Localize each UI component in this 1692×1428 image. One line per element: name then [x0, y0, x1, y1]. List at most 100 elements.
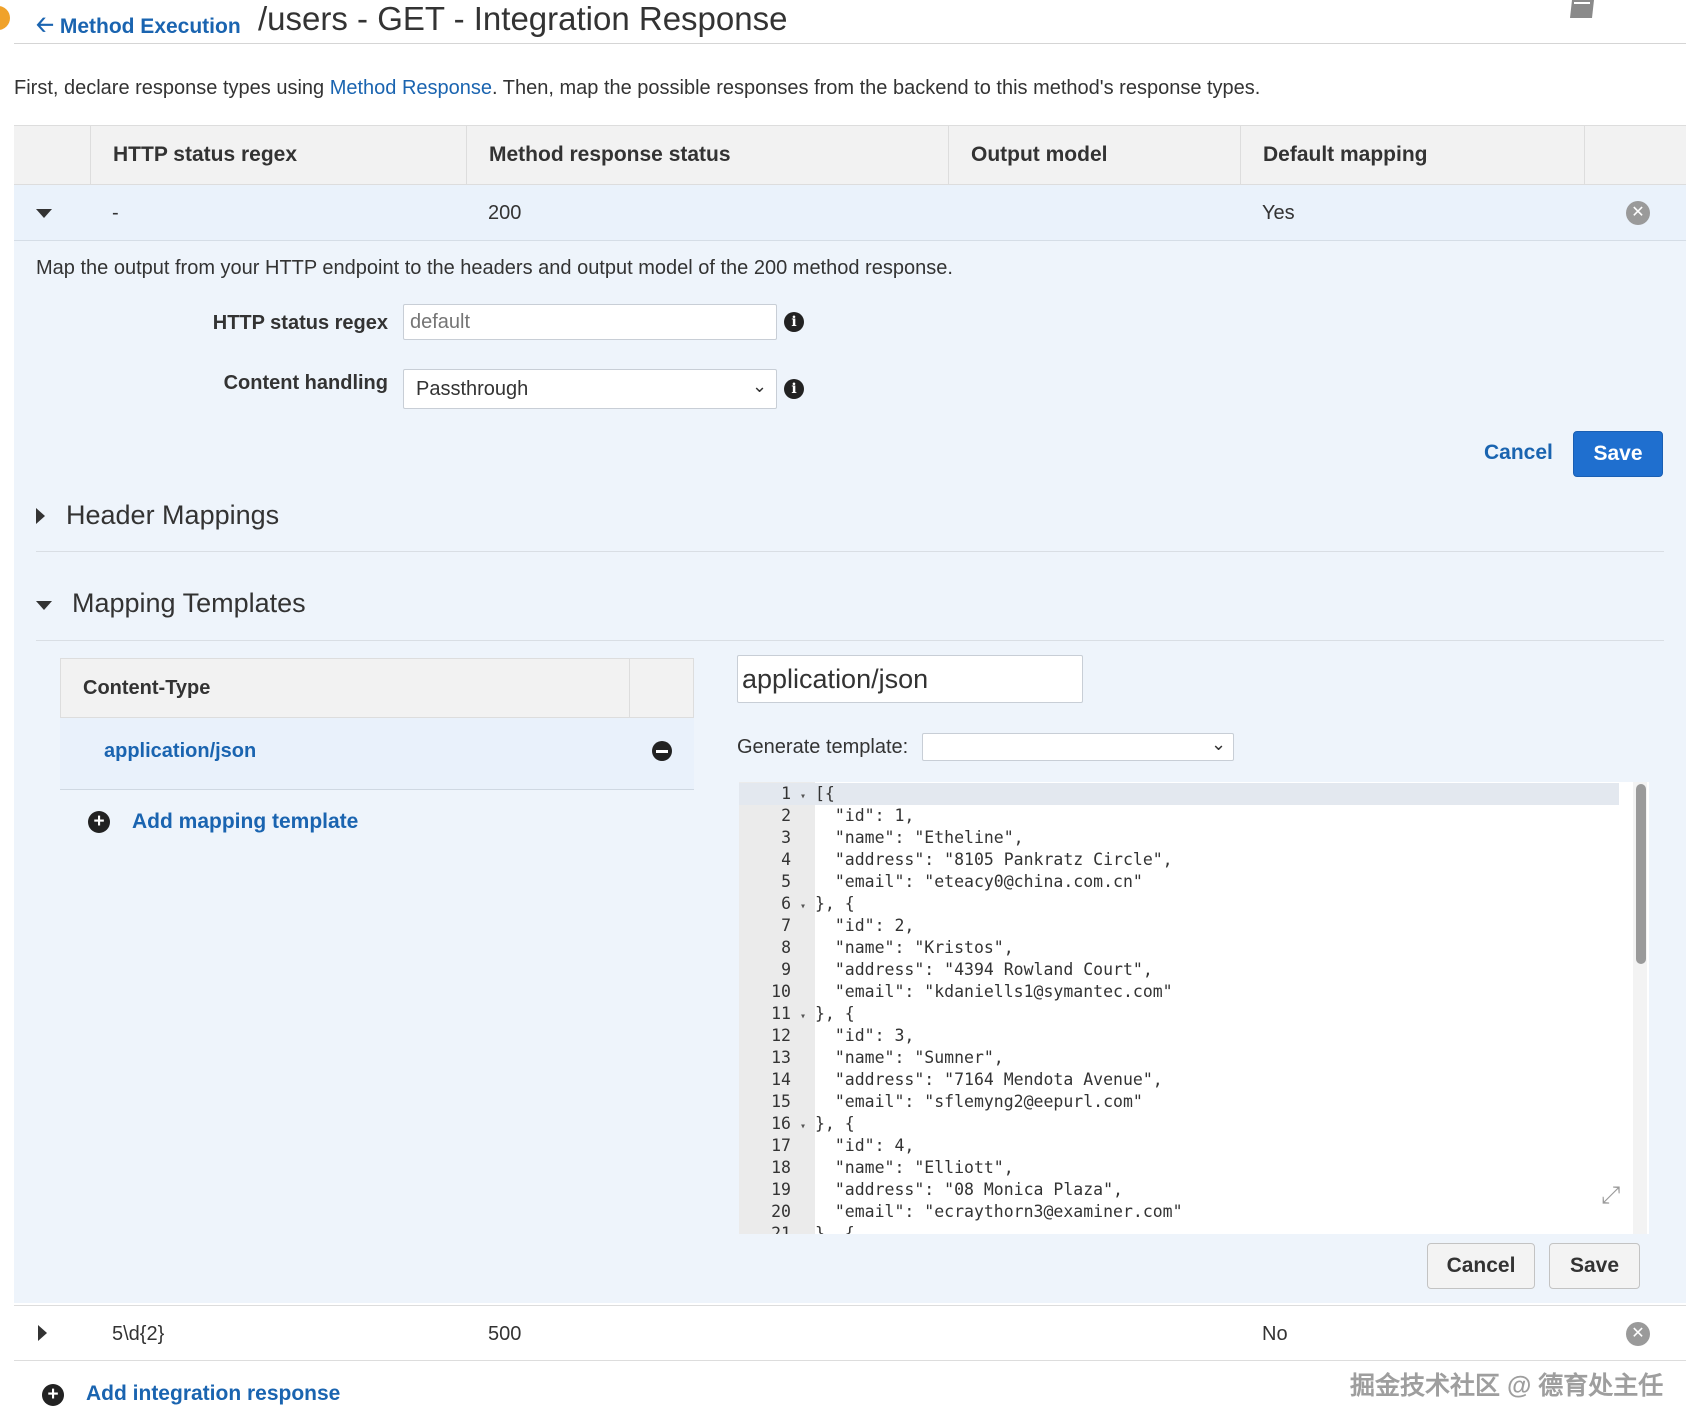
template-cancel-button[interactable]: Cancel [1427, 1243, 1535, 1289]
code-text: "address": "7164 Mendota Avenue", [815, 1070, 1163, 1089]
scrollbar-thumb[interactable] [1636, 784, 1646, 964]
content-type-item[interactable]: application/json [60, 718, 694, 790]
code-text: "email": "eteacy0@china.com.cn" [815, 872, 1143, 891]
delete-response-icon[interactable]: ✕ [1626, 201, 1650, 225]
code-line[interactable]: 20 "email": "ecraythorn3@examiner.com" [739, 1201, 1182, 1223]
add-mapping-template-link[interactable]: Add mapping template [132, 810, 358, 834]
code-line[interactable]: 9 "address": "4394 Rowland Court", [739, 959, 1153, 981]
column-http-status-regex: HTTP status regex [90, 126, 466, 184]
code-line[interactable]: 16 ▾}, { [739, 1113, 855, 1135]
code-line[interactable]: 14 "address": "7164 Mendota Avenue", [739, 1069, 1163, 1091]
code-line[interactable]: 1 ▾[{ [739, 783, 835, 805]
line-number: 5 [781, 872, 791, 891]
line-number: 1 [781, 784, 791, 803]
info-icon[interactable]: i [784, 312, 804, 332]
expand-caret-icon[interactable] [38, 1325, 47, 1341]
chevron-down-icon: ⌄ [752, 376, 768, 396]
content-type-item-label[interactable]: application/json [104, 740, 256, 763]
column-actions [1584, 126, 1686, 184]
back-link-label: Method Execution [59, 15, 241, 38]
back-to-method-execution-link[interactable]: 🡠 Method Execution [36, 8, 241, 46]
info-icon[interactable]: i [784, 379, 804, 399]
code-line[interactable]: 13 "name": "Sumner", [739, 1047, 1004, 1069]
column-output-model: Output model [948, 126, 1240, 184]
line-number: 18 [771, 1158, 791, 1177]
code-line[interactable]: 10 "email": "kdaniells1@symantec.com" [739, 981, 1173, 1003]
column-method-response-status: Method response status [466, 126, 948, 184]
content-handling-value: Passthrough [416, 378, 529, 400]
intro-text: First, declare response types using Meth… [14, 77, 1261, 99]
expand-caret-icon[interactable] [36, 508, 45, 524]
line-number: 17 [771, 1136, 791, 1155]
add-icon[interactable]: + [88, 811, 110, 833]
mapping-description: Map the output from your HTTP endpoint t… [36, 257, 953, 279]
code-text: "name": "Sumner", [815, 1048, 1004, 1067]
arrow-left-icon: 🡠 [36, 12, 54, 37]
code-text: "address": "4394 Rowland Court", [815, 960, 1153, 979]
code-text: "address": "08 Monica Plaza", [815, 1180, 1123, 1199]
remove-template-icon[interactable] [652, 741, 672, 761]
section-divider [36, 640, 1664, 641]
template-save-button[interactable]: Save [1549, 1243, 1640, 1289]
line-number: 20 [771, 1202, 791, 1221]
code-line[interactable]: 12 "id": 3, [739, 1025, 914, 1047]
integration-response-row-500[interactable]: 5\d{2} 500 No ✕ [14, 1305, 1686, 1361]
cancel-button[interactable]: Cancel [1484, 441, 1553, 465]
template-code-editor[interactable]: 1 ▾[{2 "id": 1, 3 "name": "Etheline", 4 "ad… [739, 782, 1649, 1234]
save-button[interactable]: Save [1573, 431, 1663, 477]
code-line[interactable]: 2 "id": 1, [739, 805, 914, 827]
code-line[interactable]: 8 "name": "Kristos", [739, 937, 1014, 959]
code-line[interactable]: 18 "name": "Elliott", [739, 1157, 1014, 1179]
code-line[interactable]: 3 "name": "Etheline", [739, 827, 1024, 849]
content-type-column: Content-Type [83, 677, 211, 699]
collapse-caret-icon[interactable] [36, 209, 52, 218]
content-handling-select[interactable]: Passthrough ⌄ [403, 369, 777, 409]
add-icon[interactable]: + [42, 1384, 64, 1406]
content-type-header: Content-Type [60, 658, 694, 718]
content-handling-label: Content handling [223, 372, 388, 394]
collapse-caret-icon[interactable] [36, 601, 52, 610]
add-integration-response-link[interactable]: Add integration response [86, 1382, 340, 1406]
generate-template-select[interactable]: ⌄ [922, 733, 1234, 761]
code-line[interactable]: 5 "email": "eteacy0@china.com.cn" [739, 871, 1143, 893]
http-status-regex-input[interactable] [403, 304, 777, 340]
column-default-mapping: Default mapping [1240, 126, 1584, 184]
header-mappings-title[interactable]: Header Mappings [66, 500, 279, 531]
row-regex: - [112, 202, 119, 224]
content-type-input[interactable]: application/json [737, 655, 1083, 703]
expand-editor-icon[interactable]: ⤢ [1601, 1182, 1620, 1210]
integration-response-row-200[interactable]: - 200 Yes ✕ [14, 185, 1686, 241]
line-number: 21 [771, 1224, 791, 1234]
chevron-down-icon: ⌄ [1211, 734, 1227, 754]
delete-response-icon[interactable]: ✕ [1626, 1322, 1650, 1346]
row-status: 500 [488, 1323, 522, 1345]
code-text: "name": "Etheline", [815, 828, 1024, 847]
line-number: 4 [781, 850, 791, 869]
row-default-mapping: Yes [1262, 202, 1295, 224]
code-line[interactable]: 11 ▾}, { [739, 1003, 855, 1025]
mapping-templates-title[interactable]: Mapping Templates [72, 588, 306, 619]
row-regex: 5\d{2} [112, 1323, 165, 1345]
code-line[interactable]: 19 "address": "08 Monica Plaza", [739, 1179, 1123, 1201]
line-number: 3 [781, 828, 791, 847]
code-line[interactable]: 21▾}, { [739, 1223, 855, 1234]
generate-template-label: Generate template: [737, 736, 909, 758]
code-line[interactable]: 6 ▾}, { [739, 893, 855, 915]
fold-arrow-icon[interactable]: ▾ [791, 1226, 815, 1234]
code-line[interactable]: 7 "id": 2, [739, 915, 914, 937]
line-number: 2 [781, 806, 791, 825]
line-number: 6 [781, 894, 791, 913]
documentation-icon[interactable] [1566, 0, 1600, 20]
method-response-link[interactable]: Method Response [330, 77, 492, 99]
code-line[interactable]: 15 "email": "sflemyng2@eepurl.com" [739, 1091, 1143, 1113]
watermark: 掘金技术社区 @ 德育处主任 [1350, 1372, 1664, 1400]
code-line[interactable]: 17 "id": 4, [739, 1135, 914, 1157]
line-number: 7 [781, 916, 791, 935]
code-text: "name": "Elliott", [815, 1158, 1014, 1177]
line-number: 19 [771, 1180, 791, 1199]
content-type-input-value: application/json [742, 664, 929, 694]
code-line[interactable]: 4 "address": "8105 Pankratz Circle", [739, 849, 1173, 871]
line-number: 16 [771, 1114, 791, 1133]
line-number: 8 [781, 938, 791, 957]
line-number: 14 [771, 1070, 791, 1089]
